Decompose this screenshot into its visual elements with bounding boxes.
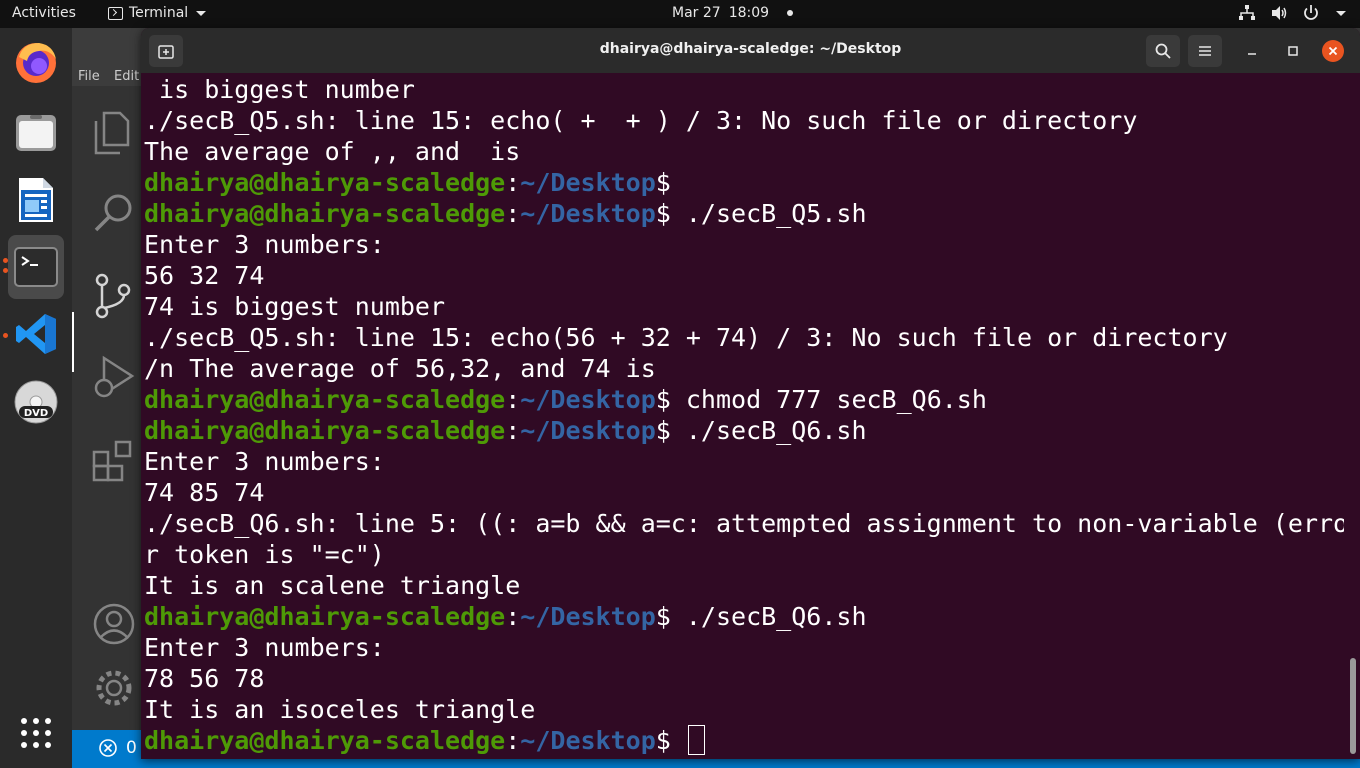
terminal-prompt-line: dhairya@dhairya-scaledge:~/Desktop$ ./se… — [144, 199, 867, 228]
document-icon — [19, 178, 53, 222]
terminal-output[interactable]: is biggest number ./secB_Q5.sh: line 15: … — [144, 74, 1344, 759]
explorer-icon[interactable] — [92, 111, 132, 155]
problems-indicator[interactable]: 0 — [98, 738, 137, 758]
prompt-path: ~/Desktop — [520, 199, 656, 228]
prompt-user-host: dhairya@dhairya-scaledge — [144, 385, 506, 414]
vscode-icon — [16, 314, 56, 354]
prompt-command: ./secB_Q6.sh — [670, 602, 867, 631]
terminal-output-line: is biggest number — [144, 75, 415, 104]
terminal-header-bar[interactable]: dhairya@dhairya-scaledge: ~/Desktop — [141, 28, 1360, 73]
prompt-path: ~/Desktop — [520, 416, 656, 445]
system-menu-chevron-icon — [1336, 10, 1346, 16]
prompt-path: ~/Desktop — [520, 602, 656, 631]
terminal-output-line: The average of ,, and is — [144, 137, 521, 166]
active-view-indicator — [72, 312, 74, 372]
terminal-output-line: Enter 3 numbers: — [144, 447, 385, 476]
terminal-cursor — [687, 725, 705, 755]
dock-dvd[interactable]: DVD — [8, 374, 64, 430]
menu-file[interactable]: File — [78, 69, 100, 84]
gear-icon[interactable] — [92, 666, 136, 710]
menu-edit[interactable]: Edit — [114, 69, 139, 84]
prompt-user-host: dhairya@dhairya-scaledge — [144, 416, 506, 445]
terminal-prompt-line: dhairya@dhairya-scaledge:~/Desktop$ ./se… — [144, 602, 867, 631]
terminal-output-line: r token is "=c") — [144, 540, 385, 569]
terminal-output-line: 56 32 74 — [144, 261, 265, 290]
clock[interactable]: Mar 27 18:09 — [672, 5, 794, 21]
svg-text:DVD: DVD — [24, 408, 48, 419]
dock-firefox[interactable] — [8, 34, 64, 90]
dvd-icon: DVD — [14, 380, 58, 424]
notification-dot-icon — [787, 10, 794, 16]
terminal-output-line: 74 85 74 — [144, 478, 265, 507]
extensions-icon[interactable] — [92, 438, 136, 482]
terminal-window[interactable]: dhairya@dhairya-scaledge: ~/Desktop is b… — [141, 28, 1360, 759]
vscode-activity-bar — [72, 86, 142, 738]
app-menu[interactable]: Terminal — [108, 5, 207, 21]
prompt-path: ~/Desktop — [520, 385, 656, 414]
minimize-button[interactable] — [1241, 40, 1263, 62]
dock: DVD — [0, 28, 72, 768]
prompt-user-host: dhairya@dhairya-scaledge — [144, 168, 506, 197]
chevron-down-icon — [196, 10, 207, 16]
terminal-output-line: Enter 3 numbers: — [144, 230, 385, 259]
terminal-output-line: It is an isoceles triangle — [144, 695, 536, 724]
terminal-output-line: 78 56 78 — [144, 664, 265, 693]
system-tray[interactable] — [1238, 4, 1346, 22]
search-icon[interactable] — [92, 190, 136, 234]
dock-terminal[interactable] — [8, 235, 64, 299]
menu-button[interactable] — [1188, 35, 1222, 67]
terminal-output-line: ./secB_Q5.sh: line 15: echo( + + ) / 3: … — [144, 106, 1138, 135]
network-icon — [1239, 5, 1255, 20]
prompt-path: ~/Desktop — [520, 168, 656, 197]
close-button[interactable] — [1322, 40, 1344, 62]
clock-time: 18:09 — [728, 5, 770, 21]
maximize-icon — [1288, 46, 1298, 56]
top-bar: Activities Terminal Mar 27 18:09 — [0, 0, 1360, 28]
terminal-prompt-line: dhairya@dhairya-scaledge:~/Desktop$ ./se… — [144, 416, 867, 445]
prompt-command: ./secB_Q5.sh — [670, 199, 867, 228]
dock-vscode[interactable] — [8, 306, 64, 362]
terminal-output-line: ./secB_Q6.sh: line 5: ((: a=b && a=c: at… — [144, 509, 1344, 538]
folder-icon — [16, 115, 56, 151]
terminal-output-line: 74 is biggest number — [144, 292, 446, 321]
run-debug-icon[interactable] — [92, 354, 136, 402]
search-button[interactable] — [1146, 35, 1180, 67]
prompt-user-host: dhairya@dhairya-scaledge — [144, 602, 506, 631]
error-count: 0 — [126, 738, 137, 758]
firefox-icon — [16, 43, 56, 83]
prompt-command — [671, 726, 686, 755]
volume-icon — [1272, 6, 1287, 20]
search-icon — [1155, 43, 1171, 59]
terminal-output-line: /n The average of 56,32, and 74 is — [144, 354, 656, 383]
terminal-output-line: ./secB_Q5.sh: line 15: echo(56 + 32 + 74… — [144, 323, 1228, 352]
dock-show-apps[interactable] — [8, 705, 64, 761]
activities-button[interactable]: Activities — [12, 5, 76, 21]
terminal-small-icon — [108, 6, 123, 20]
terminal-output-line: It is an scalene triangle — [144, 571, 521, 600]
terminal-output-line: Enter 3 numbers: — [144, 633, 385, 662]
dock-writer[interactable] — [8, 172, 64, 228]
prompt-command: chmod 777 secB_Q6.sh — [670, 385, 987, 414]
source-control-icon[interactable] — [94, 272, 134, 320]
minimize-icon — [1248, 53, 1256, 55]
terminal-icon — [14, 247, 58, 287]
error-circle-icon — [99, 739, 117, 757]
prompt-path: ~/Desktop — [520, 726, 656, 755]
terminal-prompt-line: dhairya@dhairya-scaledge:~/Desktop$ chmo… — [144, 385, 987, 414]
prompt-command: ./secB_Q6.sh — [670, 416, 867, 445]
terminal-prompt-line: dhairya@dhairya-scaledge:~/Desktop$ — [144, 168, 671, 197]
terminal-scrollbar[interactable] — [1350, 658, 1356, 754]
grid-icon — [21, 718, 51, 748]
app-menu-label: Terminal — [129, 5, 189, 21]
maximize-button[interactable] — [1282, 40, 1304, 62]
dock-files[interactable] — [8, 104, 64, 160]
power-icon — [1304, 5, 1318, 20]
hamburger-icon — [1199, 46, 1211, 56]
clock-date: Mar 27 — [672, 5, 721, 21]
close-icon — [1328, 46, 1338, 56]
prompt-user-host: dhairya@dhairya-scaledge — [144, 199, 506, 228]
account-icon[interactable] — [92, 602, 136, 646]
prompt-user-host: dhairya@dhairya-scaledge — [144, 726, 506, 755]
terminal-prompt-line: dhairya@dhairya-scaledge:~/Desktop$ — [144, 725, 1344, 756]
